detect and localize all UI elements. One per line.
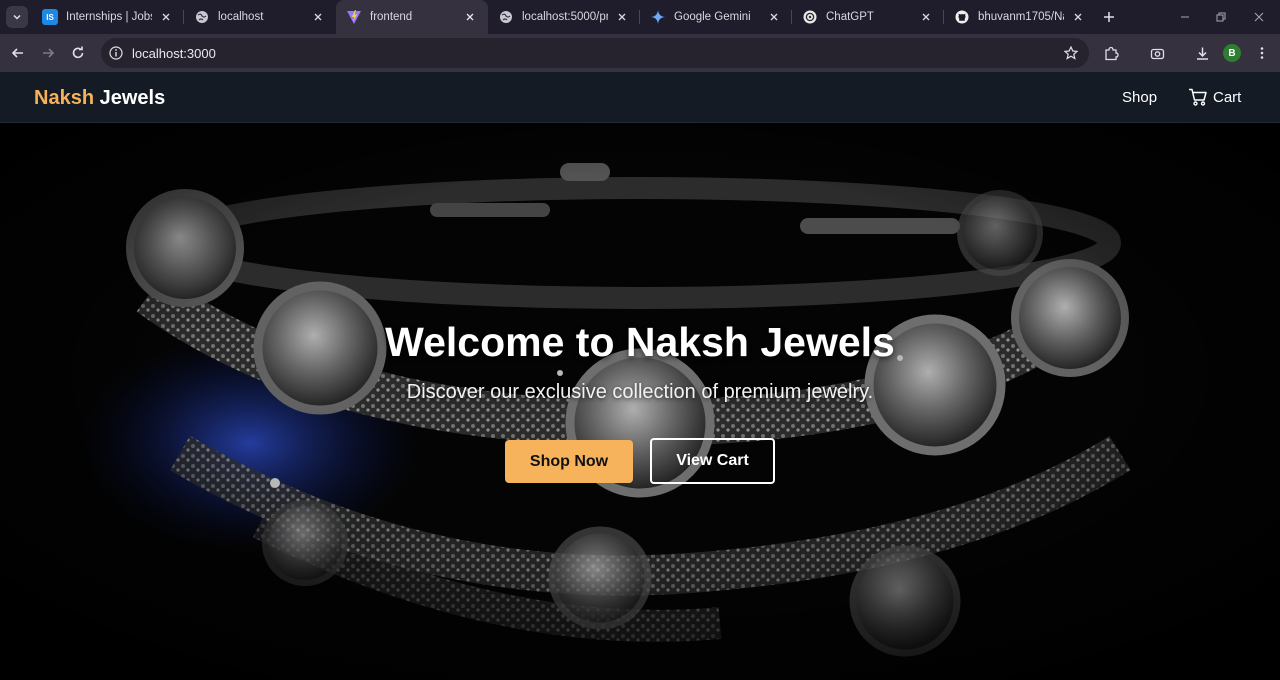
- extensions-button[interactable]: [1101, 43, 1121, 63]
- globe-icon: [498, 9, 514, 25]
- close-icon[interactable]: [918, 9, 934, 25]
- cart-icon: [1189, 88, 1207, 106]
- close-window-button[interactable]: [1250, 8, 1268, 26]
- browser-tab[interactable]: localhost:5000/produ: [488, 0, 640, 34]
- tab-title: bhuvanm1705/Naksh: [978, 11, 1064, 23]
- nav-cart-label: Cart: [1213, 88, 1242, 106]
- site-info-icon[interactable]: [108, 45, 124, 61]
- forward-button[interactable]: [38, 43, 58, 63]
- hero-section: Welcome to Naksh Jewels Discover our exc…: [0, 123, 1280, 680]
- vite-icon: [346, 9, 362, 25]
- tab-title: frontend: [370, 11, 413, 23]
- brand-rest: Jewels: [94, 87, 166, 109]
- tab-title: Google Gemini: [674, 11, 751, 23]
- nav-link-cart[interactable]: Cart: [1188, 87, 1241, 107]
- tab-title: Internships | Jobs | Tr: [66, 11, 152, 23]
- camera-icon: [1150, 48, 1164, 59]
- reload-button[interactable]: [68, 43, 88, 63]
- chatgpt-icon: [802, 9, 818, 25]
- tab-title: localhost: [218, 11, 264, 23]
- screenshot-button[interactable]: [1147, 43, 1167, 63]
- close-icon[interactable]: [310, 9, 326, 25]
- downloads-button[interactable]: [1192, 43, 1212, 63]
- hero-title: Welcome to Naksh Jewels: [385, 319, 895, 365]
- close-icon[interactable]: [1070, 9, 1086, 25]
- browser-tab[interactable]: IS Internships | Jobs | Tr: [32, 0, 184, 34]
- url-text: localhost:3000: [132, 45, 216, 61]
- reload-icon: [72, 46, 84, 59]
- view-cart-button[interactable]: View Cart: [650, 438, 775, 484]
- arrow-left-icon: [11, 48, 23, 58]
- site-navbar: Naksh Jewels Shop Cart: [0, 72, 1280, 123]
- browser-tab-strip: IS Internships | Jobs | Tr localhost fro…: [0, 0, 1280, 34]
- close-icon[interactable]: [614, 9, 630, 25]
- browser-tab-active[interactable]: frontend: [336, 0, 488, 34]
- browser-tab[interactable]: ChatGPT: [792, 0, 944, 34]
- close-icon: [1254, 12, 1264, 22]
- restore-button[interactable]: [1212, 8, 1230, 26]
- download-icon: [1196, 47, 1208, 60]
- globe-icon: [194, 9, 210, 25]
- profile-avatar[interactable]: B: [1223, 44, 1241, 62]
- close-icon[interactable]: [766, 9, 782, 25]
- back-button[interactable]: [8, 43, 28, 63]
- close-icon[interactable]: [158, 9, 174, 25]
- nav-link-shop[interactable]: Shop: [1122, 89, 1157, 106]
- chevron-down-icon: [13, 14, 21, 20]
- github-icon: [954, 9, 970, 25]
- browser-toolbar: localhost:3000 B: [0, 34, 1280, 72]
- address-bar[interactable]: localhost:3000: [101, 38, 1089, 68]
- tab-title: ChatGPT: [826, 11, 874, 23]
- tab-search-button[interactable]: [6, 6, 28, 28]
- shop-now-button[interactable]: Shop Now: [505, 440, 633, 483]
- more-vertical-icon: [1260, 47, 1264, 59]
- arrow-right-icon: [43, 48, 55, 58]
- minimize-icon: [1181, 16, 1189, 18]
- gemini-icon: [650, 9, 666, 25]
- plus-icon: [1104, 12, 1114, 22]
- browser-tab[interactable]: localhost: [184, 0, 336, 34]
- bookmark-star-icon[interactable]: [1063, 45, 1079, 61]
- puzzle-icon: [1104, 46, 1119, 60]
- brand-logo[interactable]: Naksh Jewels: [34, 87, 165, 110]
- internshala-icon: IS: [42, 9, 58, 25]
- brand-accent-word: Naksh: [34, 87, 95, 109]
- restore-icon: [1216, 12, 1226, 22]
- browser-tab[interactable]: Google Gemini: [640, 0, 792, 34]
- new-tab-button[interactable]: [1100, 8, 1118, 26]
- close-icon[interactable]: [462, 9, 478, 25]
- hero-subtitle: Discover our exclusive collection of pre…: [406, 381, 874, 403]
- browser-menu-button[interactable]: [1252, 43, 1272, 63]
- browser-tab[interactable]: bhuvanm1705/Naksh: [944, 0, 1096, 34]
- tab-title: localhost:5000/produ: [522, 11, 608, 23]
- minimize-button[interactable]: [1176, 8, 1194, 26]
